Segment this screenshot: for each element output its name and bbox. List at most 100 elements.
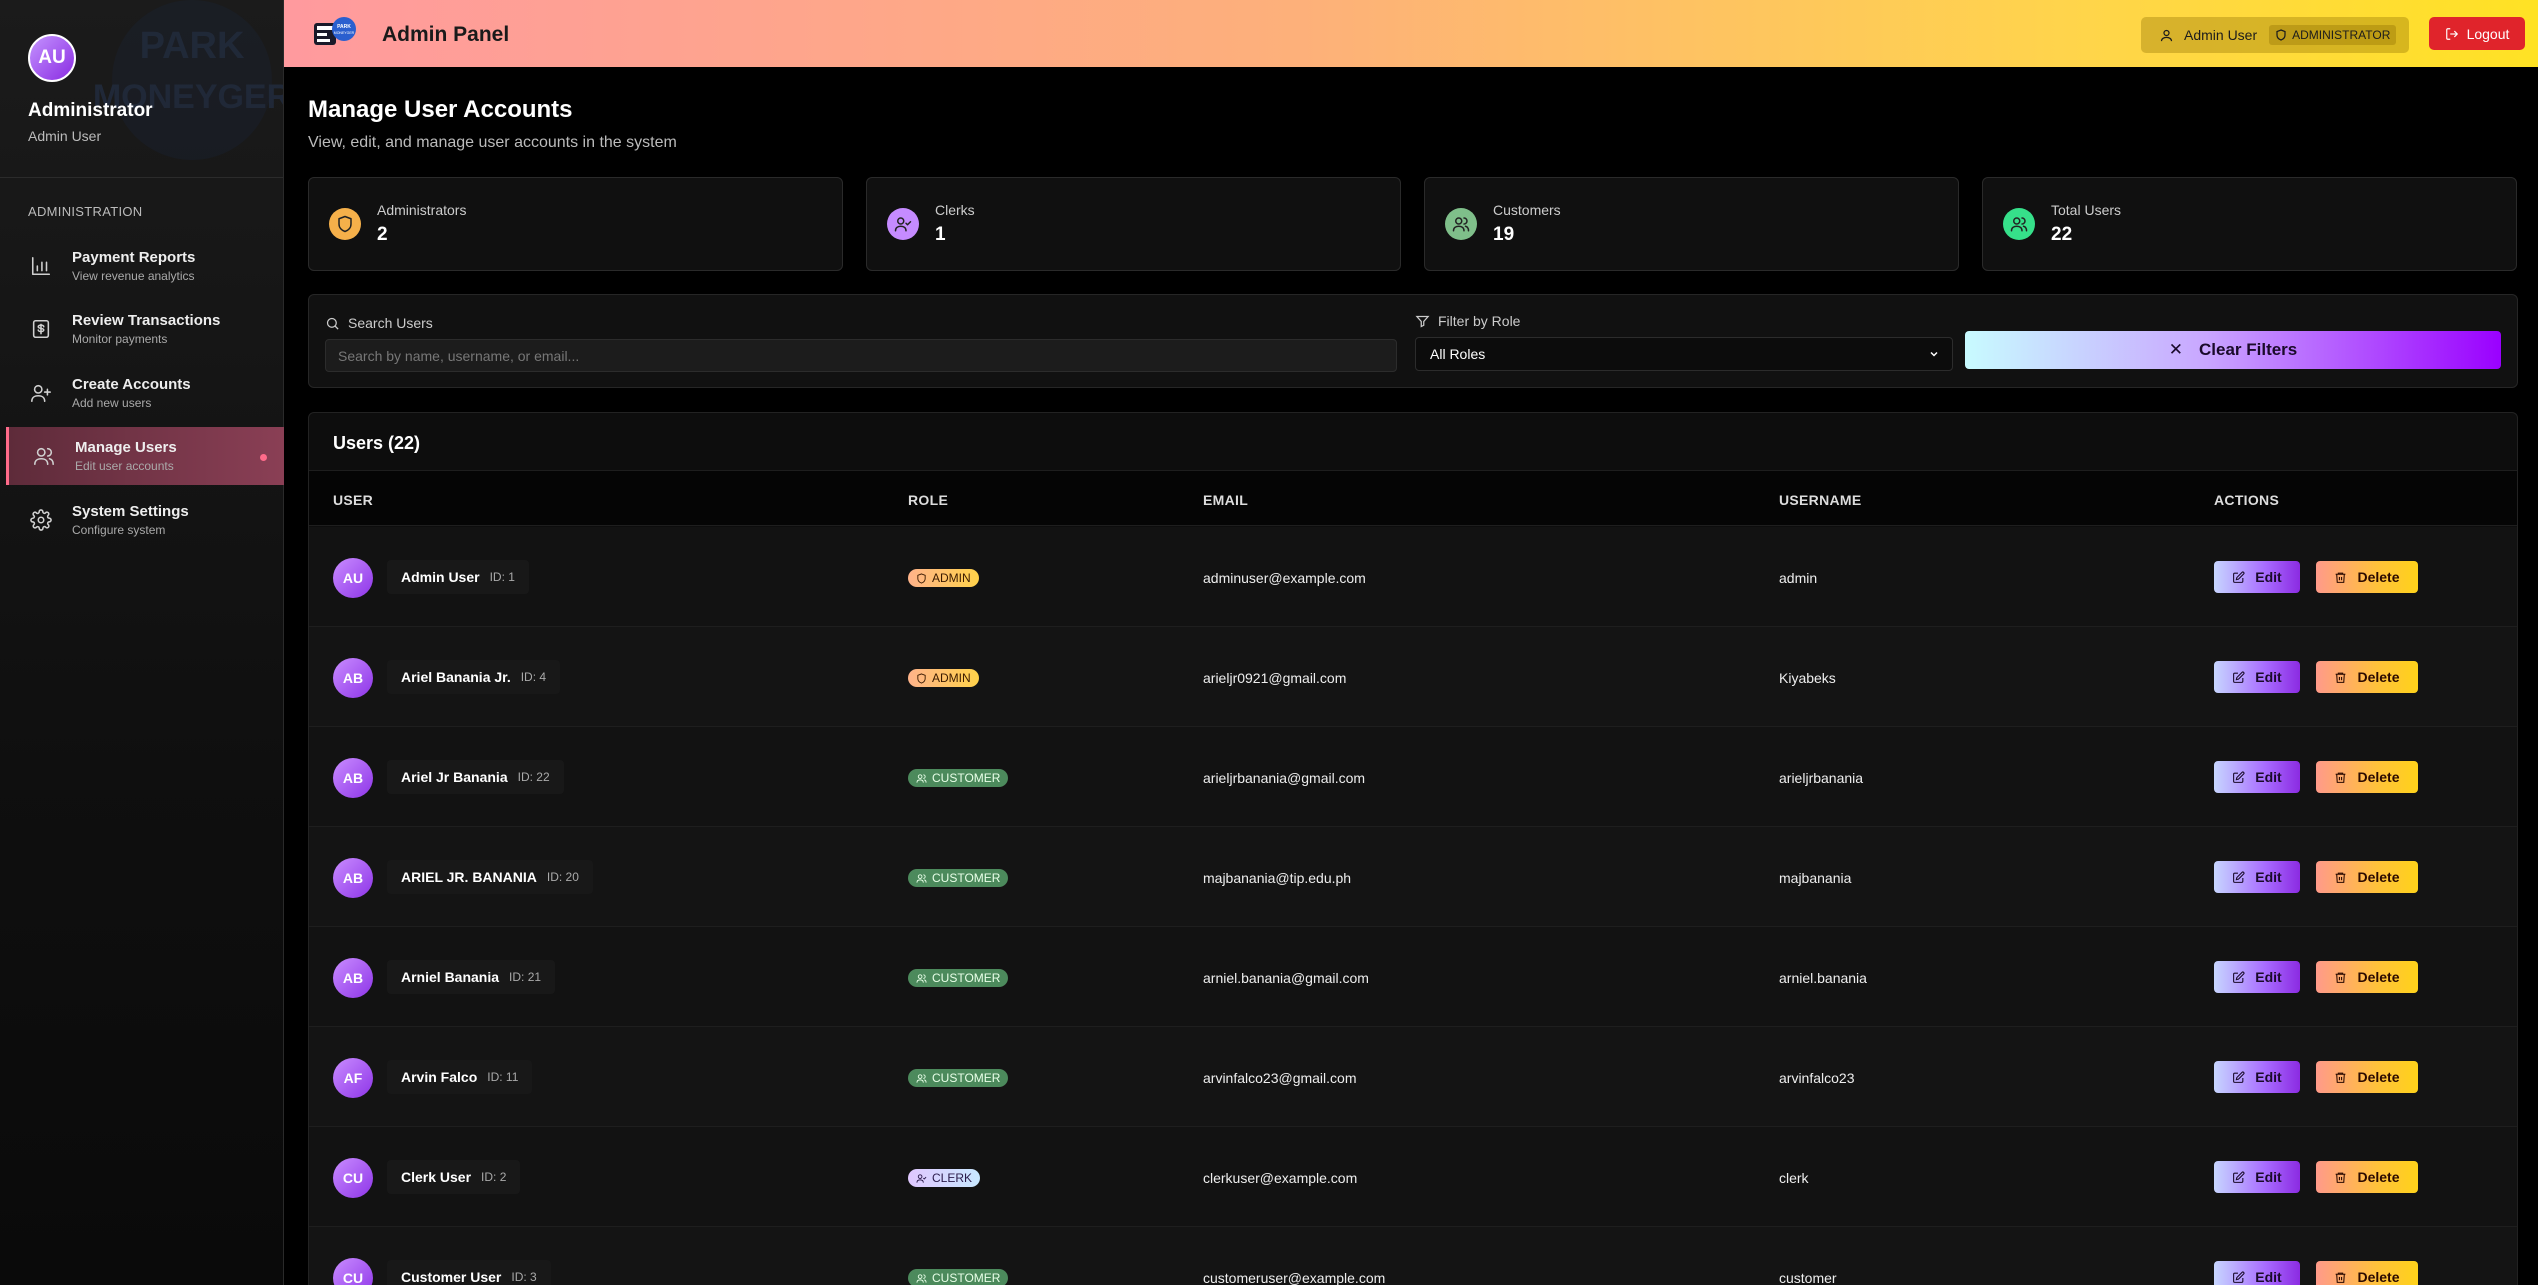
- page-subtitle: View, edit, and manage user accounts in …: [308, 134, 677, 151]
- sidebar-item-review-transactions[interactable]: Review Transactions Monitor payments: [6, 300, 284, 358]
- sidebar-item-sub: View revenue analytics: [72, 269, 195, 283]
- user-plus-icon: [30, 382, 52, 404]
- users-icon: [916, 773, 927, 783]
- user-id: ID: 1: [489, 570, 515, 584]
- column-header-actions: ACTIONS: [2214, 492, 2280, 508]
- clear-filters-button[interactable]: ✕ Clear Filters: [1965, 331, 2501, 369]
- stat-card-administrators: Administrators 2: [308, 177, 843, 271]
- sidebar-item-create-accounts[interactable]: Create Accounts Add new users: [6, 364, 284, 422]
- user-name-chip: Admin User ID: 1: [387, 560, 529, 594]
- avatar: AB: [333, 958, 373, 998]
- stat-card-customers: Customers 19: [1424, 177, 1959, 271]
- trash-icon: [2336, 1072, 2346, 1083]
- users-icon: [33, 445, 55, 467]
- stat-label: Customers: [1493, 202, 1561, 218]
- delete-button[interactable]: Delete: [2316, 1061, 2418, 1093]
- users-icon: [1445, 208, 1477, 240]
- edit-button[interactable]: Edit: [2214, 561, 2300, 593]
- delete-button[interactable]: Delete: [2316, 661, 2418, 693]
- logout-button[interactable]: Logout: [2429, 17, 2525, 50]
- edit-icon: [2233, 1170, 2245, 1183]
- edit-icon: [2233, 570, 2245, 583]
- role-badge-text: CUSTOMER: [932, 1071, 1001, 1085]
- delete-button[interactable]: Delete: [2316, 961, 2418, 993]
- trash-icon: [2336, 1272, 2346, 1283]
- delete-label: Delete: [2357, 1169, 2400, 1185]
- user-name: Arniel Banania: [401, 969, 500, 985]
- delete-button[interactable]: Delete: [2316, 561, 2418, 593]
- users-icon: [916, 873, 927, 883]
- users-icon: [2003, 208, 2035, 240]
- table-row: CU Clerk User ID: 2 CLERK clerkuser@exam…: [309, 1127, 2517, 1227]
- delete-label: Delete: [2357, 669, 2400, 685]
- stat-value: 19: [1493, 224, 1515, 245]
- user-email: clerkuser@example.com: [1203, 1170, 1358, 1186]
- edit-button[interactable]: Edit: [2214, 861, 2300, 893]
- edit-button[interactable]: Edit: [2214, 661, 2300, 693]
- avatar: AB: [333, 858, 373, 898]
- header-user-chip[interactable]: Admin User ADMINISTRATOR: [2141, 17, 2409, 53]
- user-name-chip: Arniel Banania ID: 21: [387, 960, 556, 994]
- trash-icon: [2336, 572, 2346, 583]
- edit-icon: [2233, 870, 2245, 883]
- avatar: CU: [333, 1158, 373, 1198]
- user-name: ARIEL JR. BANANIA: [401, 869, 537, 885]
- role-badge-text: CLERK: [932, 1171, 973, 1185]
- edit-label: Edit: [2255, 1069, 2282, 1085]
- user-id: ID: 4: [520, 670, 547, 684]
- sidebar-profile: PARK MONEYGER AU Administrator Admin Use…: [0, 0, 283, 178]
- user-email: majbanania@tip.edu.ph: [1203, 870, 1352, 886]
- avatar: AF: [333, 1058, 373, 1098]
- sidebar-section-label: ADMINISTRATION: [28, 204, 143, 219]
- table-row: AB Ariel Banania Jr. ID: 4 ADMIN arieljr…: [309, 627, 2517, 727]
- shield-icon: [917, 572, 926, 584]
- role-badge-text: CUSTOMER: [932, 1271, 1001, 1285]
- stat-value: 1: [935, 224, 946, 245]
- delete-button[interactable]: Delete: [2316, 1261, 2418, 1285]
- delete-label: Delete: [2357, 569, 2400, 585]
- edit-button[interactable]: Edit: [2214, 1161, 2300, 1193]
- edit-icon: [2233, 1070, 2245, 1083]
- delete-label: Delete: [2357, 969, 2400, 985]
- search-input[interactable]: [325, 339, 1397, 372]
- user-username: arniel.banania: [1779, 970, 1867, 986]
- sidebar-item-manage-users[interactable]: Manage Users Edit user accounts: [6, 427, 284, 485]
- delete-button[interactable]: Delete: [2316, 861, 2418, 893]
- sidebar-item-label: Manage Users: [75, 439, 177, 456]
- edit-button[interactable]: Edit: [2214, 1261, 2300, 1285]
- sidebar-item-sub: Add new users: [72, 396, 152, 410]
- user-name-chip: Arvin Falco ID: 11: [387, 1060, 533, 1094]
- user-username: majbanania: [1779, 870, 1852, 886]
- column-header-username: USERNAME: [1779, 492, 1862, 508]
- user-name: Clerk User: [401, 1169, 472, 1185]
- role-filter-select[interactable]: All Roles: [1415, 337, 1953, 371]
- avatar: CU: [333, 1258, 373, 1285]
- user-icon: [2160, 29, 2173, 41]
- trash-icon: [2336, 972, 2346, 983]
- users-table-title: Users (22): [333, 433, 421, 453]
- edit-button[interactable]: Edit: [2214, 1061, 2300, 1093]
- user-username: Kiyabeks: [1779, 670, 1836, 686]
- sidebar-item-payment-reports[interactable]: Payment Reports View revenue analytics: [6, 237, 284, 295]
- user-email: adminuser@example.com: [1203, 570, 1366, 586]
- role-badge-text: ADMIN: [932, 671, 971, 685]
- column-header-user: USER: [333, 492, 374, 508]
- sidebar-item-system-settings[interactable]: System Settings Configure system: [6, 491, 284, 549]
- edit-button[interactable]: Edit: [2214, 761, 2300, 793]
- header-title: Admin Panel: [382, 23, 510, 46]
- trash-icon: [2336, 1172, 2346, 1183]
- edit-icon: [2233, 1270, 2245, 1283]
- edit-button[interactable]: Edit: [2214, 961, 2300, 993]
- role-badge: CUSTOMER: [908, 869, 1009, 887]
- search-label: Search Users: [325, 315, 433, 331]
- delete-button[interactable]: Delete: [2316, 761, 2418, 793]
- sidebar: PARK MONEYGER AU Administrator Admin Use…: [0, 0, 284, 1285]
- delete-button[interactable]: Delete: [2316, 1161, 2418, 1193]
- user-check-icon: [887, 208, 919, 240]
- park-moneyger-logo: PARK MONEYGER: [314, 17, 356, 45]
- bar-chart-icon: [30, 255, 52, 277]
- user-id: ID: 22: [517, 770, 550, 784]
- user-email: arieljrbanania@gmail.com: [1203, 770, 1366, 786]
- stat-label: Administrators: [377, 202, 467, 218]
- role-badge: CUSTOMER: [908, 1069, 1009, 1087]
